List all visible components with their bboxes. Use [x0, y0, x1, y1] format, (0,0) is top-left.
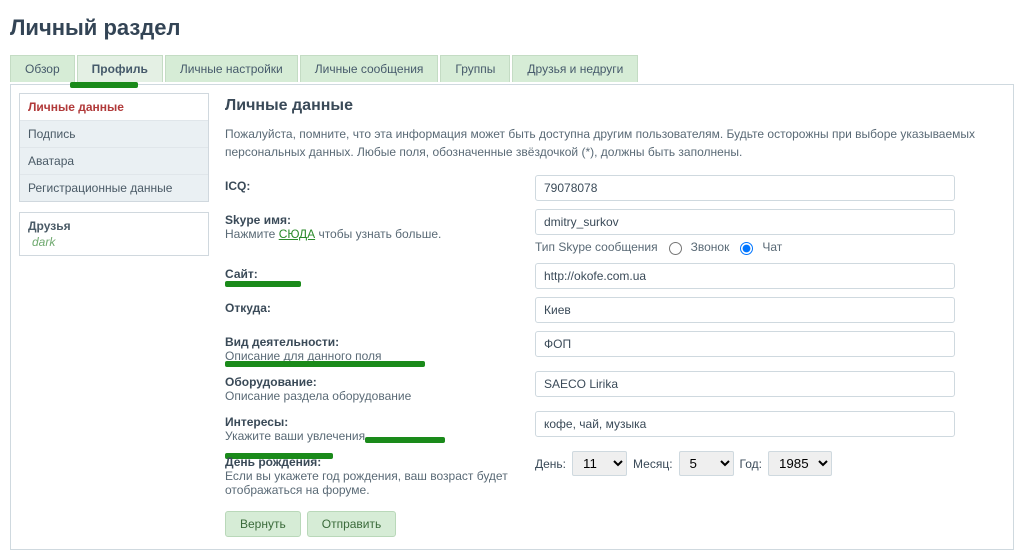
tab-prefs[interactable]: Личные настройки	[165, 55, 298, 82]
occupation-input[interactable]	[535, 331, 955, 357]
skype-hint: Нажмите СЮДА чтобы узнать больше.	[225, 227, 441, 241]
skype-type-chat-radio[interactable]	[740, 242, 753, 255]
equipment-hint: Описание раздела оборудование	[225, 389, 411, 403]
sidebar-friend-link[interactable]: dark	[28, 235, 200, 249]
skype-type-row: Тип Skype сообщения Звонок Чат	[535, 239, 999, 255]
form-buttons: Вернуть Отправить	[225, 511, 999, 537]
icq-label: ICQ:	[225, 175, 535, 193]
field-row-website: Сайт:	[225, 263, 999, 289]
main-panel: Личные данные Подпись Аватара Регистраци…	[10, 84, 1014, 550]
highlight-mark-icon	[365, 437, 445, 443]
skype-type-chat-label: Чат	[762, 240, 782, 254]
website-input[interactable]	[535, 263, 955, 289]
equipment-label-text: Оборудование:	[225, 375, 317, 389]
website-label-text: Сайт:	[225, 267, 258, 281]
birthday-label-text: День рождения:	[225, 455, 321, 469]
interests-label: Интересы: Укажите ваши увлечения	[225, 411, 535, 443]
skype-type-call-radio[interactable]	[669, 242, 682, 255]
sidebar-item-reg-data[interactable]: Регистрационные данные	[20, 175, 208, 201]
birthday-month-select[interactable]: 5	[679, 451, 734, 476]
tab-profile[interactable]: Профиль	[77, 55, 163, 82]
submit-button[interactable]: Отправить	[307, 511, 397, 537]
sidebar: Личные данные Подпись Аватара Регистраци…	[19, 93, 209, 541]
skype-label: Skype имя: Нажмите СЮДА чтобы узнать бол…	[225, 209, 535, 241]
icq-input[interactable]	[535, 175, 955, 201]
sidebar-friends-box: Друзья dark	[19, 212, 209, 256]
equipment-input[interactable]	[535, 371, 955, 397]
highlight-mark-icon	[225, 281, 301, 287]
skype-hint-post: чтобы узнать больше.	[315, 227, 441, 241]
skype-hint-pre: Нажмите	[225, 227, 279, 241]
skype-type-label: Тип Skype сообщения	[535, 240, 658, 254]
main-content: Личные данные Пожалуйста, помните, что э…	[219, 93, 1005, 541]
from-label: Откуда:	[225, 297, 535, 315]
interests-input[interactable]	[535, 411, 955, 437]
from-label-text: Откуда:	[225, 301, 271, 315]
sidebar-item-signature[interactable]: Подпись	[20, 121, 208, 148]
occupation-label: Вид деятельности: Описание для данного п…	[225, 331, 535, 363]
field-row-equipment: Оборудование: Описание раздела оборудова…	[225, 371, 999, 403]
field-row-interests: Интересы: Укажите ваши увлечения	[225, 411, 999, 443]
sidebar-menu: Личные данные Подпись Аватара Регистраци…	[19, 93, 209, 202]
content-intro: Пожалуйста, помните, что эта информация …	[225, 125, 999, 161]
sidebar-item-avatar[interactable]: Аватара	[20, 148, 208, 175]
tab-friends[interactable]: Друзья и недруги	[512, 55, 638, 82]
reset-button[interactable]: Вернуть	[225, 511, 301, 537]
tab-overview[interactable]: Обзор	[10, 55, 75, 82]
field-row-icq: ICQ:	[225, 175, 999, 201]
tab-bar: Обзор Профиль Личные настройки Личные со…	[10, 55, 1014, 82]
skype-input[interactable]	[535, 209, 955, 235]
highlight-mark-icon	[70, 82, 138, 88]
sidebar-item-personal-data[interactable]: Личные данные	[20, 94, 208, 121]
icq-label-text: ICQ:	[225, 179, 250, 193]
field-row-birthday: День рождения: Если вы укажете год рожде…	[225, 451, 999, 497]
birthday-year-select[interactable]: 1985	[768, 451, 832, 476]
highlight-mark-icon	[225, 361, 425, 367]
website-label: Сайт:	[225, 263, 535, 281]
birthday-year-label: Год:	[740, 457, 762, 471]
sidebar-friends-title: Друзья	[28, 219, 200, 233]
from-input[interactable]	[535, 297, 955, 323]
skype-type-call-label: Звонок	[691, 240, 730, 254]
content-title: Личные данные	[225, 97, 999, 115]
tab-pm[interactable]: Личные сообщения	[300, 55, 439, 82]
occupation-label-text: Вид деятельности:	[225, 335, 339, 349]
birthday-day-select[interactable]: 11	[572, 451, 627, 476]
skype-label-text: Skype имя:	[225, 213, 291, 227]
field-row-occupation: Вид деятельности: Описание для данного п…	[225, 331, 999, 363]
tab-groups[interactable]: Группы	[440, 55, 510, 82]
birthday-month-label: Месяц:	[633, 457, 673, 471]
birthday-label: День рождения: Если вы укажете год рожде…	[225, 451, 535, 497]
equipment-label: Оборудование: Описание раздела оборудова…	[225, 371, 535, 403]
birthday-day-label: День:	[535, 457, 566, 471]
field-row-skype: Skype имя: Нажмите СЮДА чтобы узнать бол…	[225, 209, 999, 255]
interests-hint: Укажите ваши увлечения	[225, 429, 365, 443]
skype-help-link[interactable]: СЮДА	[279, 227, 315, 241]
field-row-from: Откуда:	[225, 297, 999, 323]
birthday-hint: Если вы укажете год рождения, ваш возрас…	[225, 469, 508, 497]
page-title: Личный раздел	[10, 15, 1014, 41]
interests-label-text: Интересы:	[225, 415, 288, 429]
